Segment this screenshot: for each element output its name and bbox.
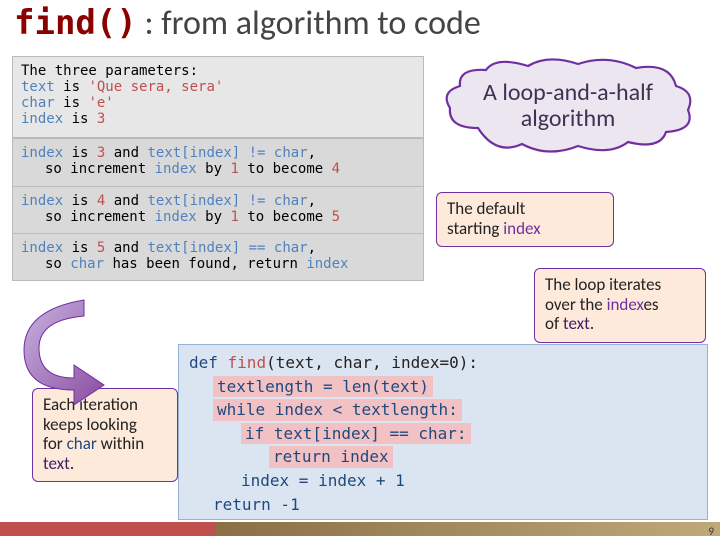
trace-row: index is 4 and text[index] != char, so i…	[13, 186, 423, 233]
code-line-4: if text[index] == char:	[185, 422, 701, 446]
trace-head-l4: index is 3	[21, 111, 415, 127]
trace-head-l1: The three parameters:	[21, 63, 415, 79]
code-line-5: return index	[185, 445, 701, 469]
code-line-3: while index < textlength:	[185, 398, 701, 422]
callout-iterates: The loop iterates over the indexes of te…	[534, 268, 706, 343]
code-line-7: return -1	[185, 493, 701, 517]
footer-accent-bar	[0, 522, 720, 536]
trace-head-l2: text is 'Que sera, sera'	[21, 79, 415, 95]
callout-start-index: The default starting index	[436, 192, 614, 247]
cloud-text: A loop-and-a-half algorithm	[438, 58, 698, 154]
trace-header: The three parameters: text is 'Que sera,…	[13, 57, 423, 138]
callout-each-iteration: Each iteration keeps looking for char wi…	[32, 388, 178, 482]
code-line-2: textlength = len(text)	[185, 375, 701, 399]
code-block: def find(text, char, index=0): textlengt…	[178, 344, 708, 520]
title-rest: : from algorithm to code	[137, 3, 481, 44]
page-number: 9	[708, 525, 714, 538]
trace-row: index is 5 and text[index] == char, so c…	[13, 233, 423, 280]
trace-head-l3: char is 'e'	[21, 95, 415, 111]
title-fn: find()	[14, 3, 137, 43]
thought-cloud: A loop-and-a-half algorithm	[438, 58, 698, 154]
slide-title: find() : from algorithm to code	[0, 0, 720, 43]
code-line-1: def find(text, char, index=0):	[185, 351, 701, 375]
trace-table: The three parameters: text is 'Que sera,…	[12, 56, 424, 281]
trace-row: index is 3 and text[index] != char, so i…	[13, 138, 423, 185]
code-line-6: index = index + 1	[185, 469, 701, 493]
